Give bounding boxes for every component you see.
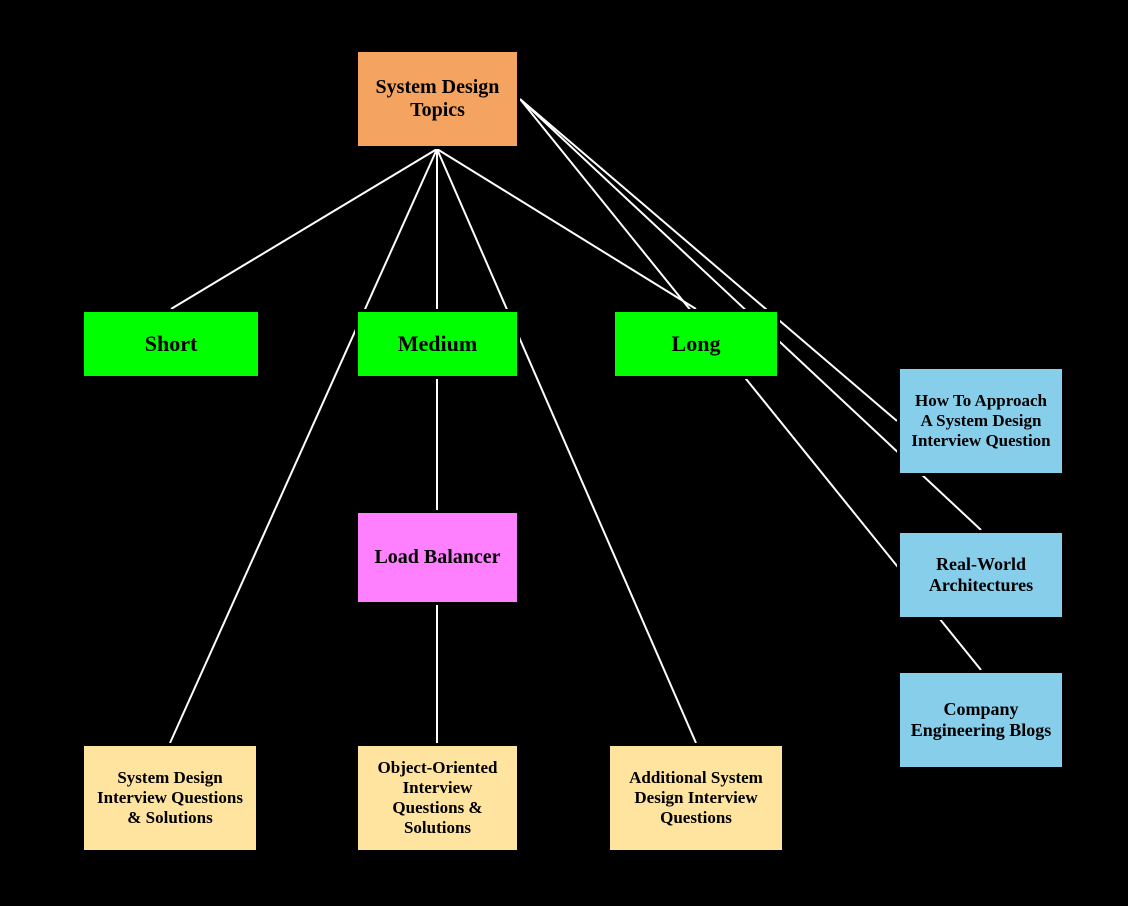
object-oriented-node[interactable]: Object-Oriented Interview Questions & So…: [355, 743, 520, 853]
load-balancer-label: Load Balancer: [374, 546, 500, 569]
long-label: Long: [672, 331, 721, 357]
system-design-topics-label: System Design Topics: [368, 76, 507, 122]
real-world-label: Real-World Architectures: [910, 554, 1052, 596]
system-design-interview-node[interactable]: System Design Interview Questions & Solu…: [81, 743, 259, 853]
real-world-node[interactable]: Real-World Architectures: [897, 530, 1065, 620]
short-node[interactable]: Short: [81, 309, 261, 379]
company-engineering-node[interactable]: Company Engineering Blogs: [897, 670, 1065, 770]
additional-system-label: Additional System Design Interview Quest…: [620, 768, 772, 828]
system-design-interview-label: System Design Interview Questions & Solu…: [94, 768, 246, 828]
how-to-approach-label: How To Approach A System Design Intervie…: [910, 391, 1052, 451]
medium-label: Medium: [398, 331, 477, 357]
how-to-approach-node[interactable]: How To Approach A System Design Intervie…: [897, 366, 1065, 476]
additional-system-node[interactable]: Additional System Design Interview Quest…: [607, 743, 785, 853]
load-balancer-node[interactable]: Load Balancer: [355, 510, 520, 605]
company-engineering-label: Company Engineering Blogs: [910, 699, 1052, 741]
object-oriented-label: Object-Oriented Interview Questions & So…: [368, 758, 507, 838]
medium-node[interactable]: Medium: [355, 309, 520, 379]
system-design-topics-node[interactable]: System Design Topics: [355, 49, 520, 149]
long-node[interactable]: Long: [612, 309, 780, 379]
short-label: Short: [145, 331, 198, 357]
